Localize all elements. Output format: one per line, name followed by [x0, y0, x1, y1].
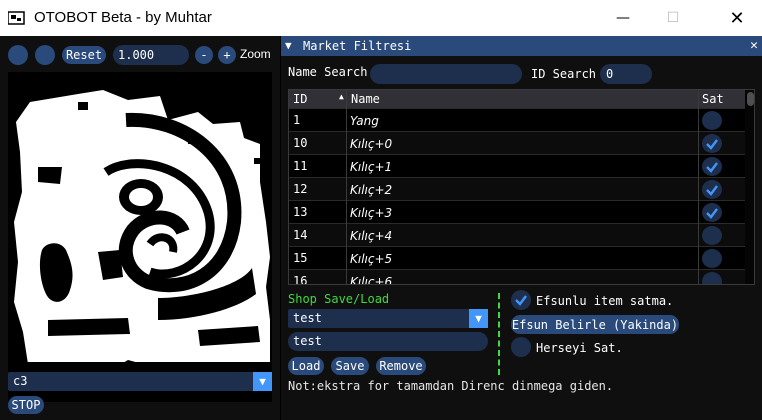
table-row[interactable]: 14 Kılıç+4 [289, 223, 745, 246]
market-filter-window: ▼ Market Filtresi ✕ Name Search ID Searc… [281, 36, 762, 420]
checkmark-icon [706, 138, 718, 150]
shop-select[interactable]: test ▼ [288, 309, 488, 328]
sat-checkbox[interactable] [702, 226, 722, 245]
table-row[interactable]: 13 Kılıç+3 [289, 200, 745, 223]
column-divider [346, 90, 347, 284]
character-select[interactable]: c3 ▼ [8, 372, 272, 391]
chevron-down-icon[interactable]: ▼ [253, 372, 272, 391]
chevron-down-icon[interactable]: ▼ [469, 309, 488, 328]
item-id: 10 [293, 136, 308, 150]
shop-name-input[interactable]: test [288, 332, 488, 351]
zoom-in-button[interactable]: + [218, 46, 236, 64]
checkmark-icon [706, 207, 718, 219]
sat-checkbox[interactable] [702, 180, 722, 199]
name-search-label: Name Search [288, 65, 368, 79]
minimize-button[interactable]: — [600, 0, 646, 36]
market-filter-title-bar[interactable]: ▼ Market Filtresi ✕ [281, 36, 762, 56]
item-table: ID ▲ Name Sat 1 Yang 10 Kılıç+0 11 Kılıç+1 12 K… [288, 89, 755, 285]
item-name: Kılıç+5 [350, 252, 393, 266]
table-row[interactable]: 12 Kılıç+2 [289, 177, 745, 200]
herseyi-sat-label: Herseyi Sat. [536, 341, 623, 355]
maximize-button[interactable]: ☐ [650, 0, 696, 36]
item-name: Kılıç+1 [350, 160, 393, 174]
window-title-bar: OTOBOT Beta - by Muhtar — ☐ ✕ [0, 0, 762, 36]
sat-checkbox[interactable] [702, 203, 722, 222]
sat-checkbox[interactable] [702, 134, 722, 153]
app-icon [7, 10, 26, 26]
item-name: Kılıç+0 [350, 137, 393, 151]
item-id: 1 [293, 113, 301, 127]
table-header: ID ▲ Name Sat [289, 90, 754, 108]
character-select-value: c3 [13, 374, 28, 388]
item-id: 16 [293, 274, 308, 285]
table-row[interactable]: 1 Yang [289, 108, 745, 131]
sat-checkbox[interactable] [702, 157, 722, 176]
efsun-belirle-button[interactable]: Efsun Belirle (Yakinda) [511, 315, 679, 334]
load-button[interactable]: Load [288, 357, 324, 375]
sat-checkbox[interactable] [702, 249, 722, 268]
minimap[interactable] [8, 72, 272, 402]
name-search-input[interactable] [370, 64, 522, 84]
id-search-label: ID Search [531, 67, 597, 81]
remove-button[interactable]: Remove [376, 357, 426, 375]
sat-checkbox[interactable] [702, 111, 722, 130]
reset-button[interactable]: Reset [62, 46, 106, 64]
checkmark-icon [515, 295, 527, 306]
column-header-name[interactable]: Name [351, 92, 380, 106]
minimap-image [8, 72, 272, 372]
save-button[interactable]: Save [331, 357, 369, 375]
table-scrollbar[interactable] [745, 90, 754, 284]
shop-select-value: test [293, 311, 322, 325]
efsunlu-label: Efsunlu item satma. [536, 294, 674, 308]
stop-button[interactable]: STOP [8, 396, 44, 414]
item-id: 13 [293, 205, 308, 219]
table-row[interactable]: 10 Kılıç+0 [289, 131, 745, 154]
column-header-sat[interactable]: Sat [702, 92, 724, 106]
item-name: Yang [350, 114, 379, 128]
table-row[interactable]: 11 Kılıç+1 [289, 154, 745, 177]
checkmark-icon [706, 184, 718, 196]
collapse-icon[interactable]: ▼ [285, 39, 292, 52]
item-id: 11 [293, 159, 308, 173]
item-id: 14 [293, 228, 308, 242]
zoom-input[interactable]: 1.000 [113, 45, 189, 65]
close-icon[interactable]: ✕ [750, 38, 758, 53]
sat-checkbox[interactable] [702, 272, 722, 284]
zoom-label: Zoom [240, 47, 271, 61]
item-name: Kılıç+6 [350, 275, 393, 285]
table-row[interactable]: 16 Kılıç+6 [289, 269, 745, 285]
market-filter-title: Market Filtresi [303, 39, 412, 53]
table-row[interactable]: 15 Kılıç+5 [289, 246, 745, 269]
map-panel: Reset 1.000 - + Zoom c3 ▼ STOP [0, 36, 280, 420]
herseyi-sat-checkbox[interactable] [511, 337, 531, 357]
note-text: Not:ekstra for tamamdan Direnc dinmega g… [288, 379, 614, 393]
table-scrollbar-thumb[interactable] [747, 92, 754, 106]
item-name: Kılıç+4 [350, 229, 393, 243]
window-title: OTOBOT Beta - by Muhtar [34, 9, 212, 26]
sort-asc-icon: ▲ [339, 92, 344, 101]
item-name: Kılıç+2 [350, 183, 393, 197]
section-divider [498, 293, 500, 375]
zoom-out-button[interactable]: - [195, 46, 213, 64]
column-header-id[interactable]: ID [293, 92, 307, 106]
item-id: 15 [293, 251, 308, 265]
shop-save-load-label: Shop Save/Load [288, 292, 390, 306]
efsunlu-checkbox[interactable] [511, 290, 531, 310]
map-tool-button-1[interactable] [8, 45, 28, 65]
item-id: 12 [293, 182, 308, 196]
map-tool-button-2[interactable] [35, 45, 55, 65]
id-search-input[interactable]: 0 [600, 64, 652, 84]
column-divider [698, 90, 699, 284]
close-button[interactable]: ✕ [714, 0, 760, 36]
checkmark-icon [706, 161, 718, 173]
item-name: Kılıç+3 [350, 206, 393, 220]
